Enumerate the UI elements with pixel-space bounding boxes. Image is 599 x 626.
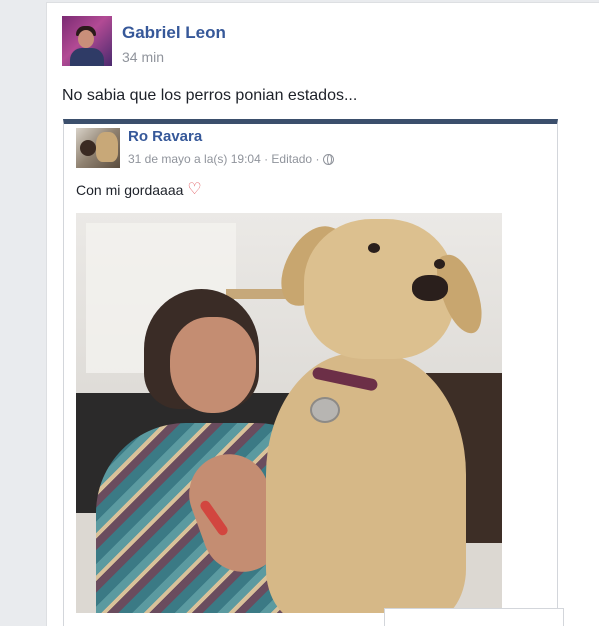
- heart-icon: ♡: [187, 181, 202, 198]
- author-avatar[interactable]: [62, 16, 112, 66]
- shared-post-meta: 31 de mayo a la(s) 19:04 · Editado ·: [128, 152, 335, 166]
- shared-post-timestamp[interactable]: 31 de mayo a la(s) 19:04 · Editado ·: [128, 152, 319, 166]
- globe-icon: [323, 153, 335, 165]
- avatar-person: [80, 140, 96, 156]
- shared-post-photo[interactable]: [76, 213, 502, 613]
- shared-author-avatar[interactable]: [76, 128, 120, 168]
- photo-dog-eye-right: [434, 259, 445, 269]
- avatar-face: [78, 30, 94, 48]
- post-text: No sabia que los perros ponian estados..…: [62, 87, 358, 104]
- photo-dog-body: [266, 353, 466, 613]
- shared-post[interactable]: Ro Ravara 31 de mayo a la(s) 19:04 · Edi…: [63, 119, 564, 626]
- avatar-body: [70, 48, 104, 66]
- photo-dog-eye-left: [368, 243, 380, 253]
- shared-post-text-row: Con mi gordaaaa ♡: [76, 181, 202, 199]
- avatar-dog: [96, 132, 118, 162]
- author-name[interactable]: Gabriel Leon: [122, 23, 226, 43]
- shared-author-name[interactable]: Ro Ravara: [128, 128, 202, 145]
- post-timestamp[interactable]: 34 min: [122, 49, 164, 65]
- post-card: Gabriel Leon 34 min No sabia que los per…: [46, 2, 599, 626]
- partial-footer-box: [384, 608, 564, 626]
- photo-dog-tag: [310, 397, 340, 423]
- photo-person-face: [170, 317, 256, 413]
- photo-dog-nose: [412, 275, 448, 301]
- shared-post-text: Con mi gordaaaa: [76, 182, 184, 198]
